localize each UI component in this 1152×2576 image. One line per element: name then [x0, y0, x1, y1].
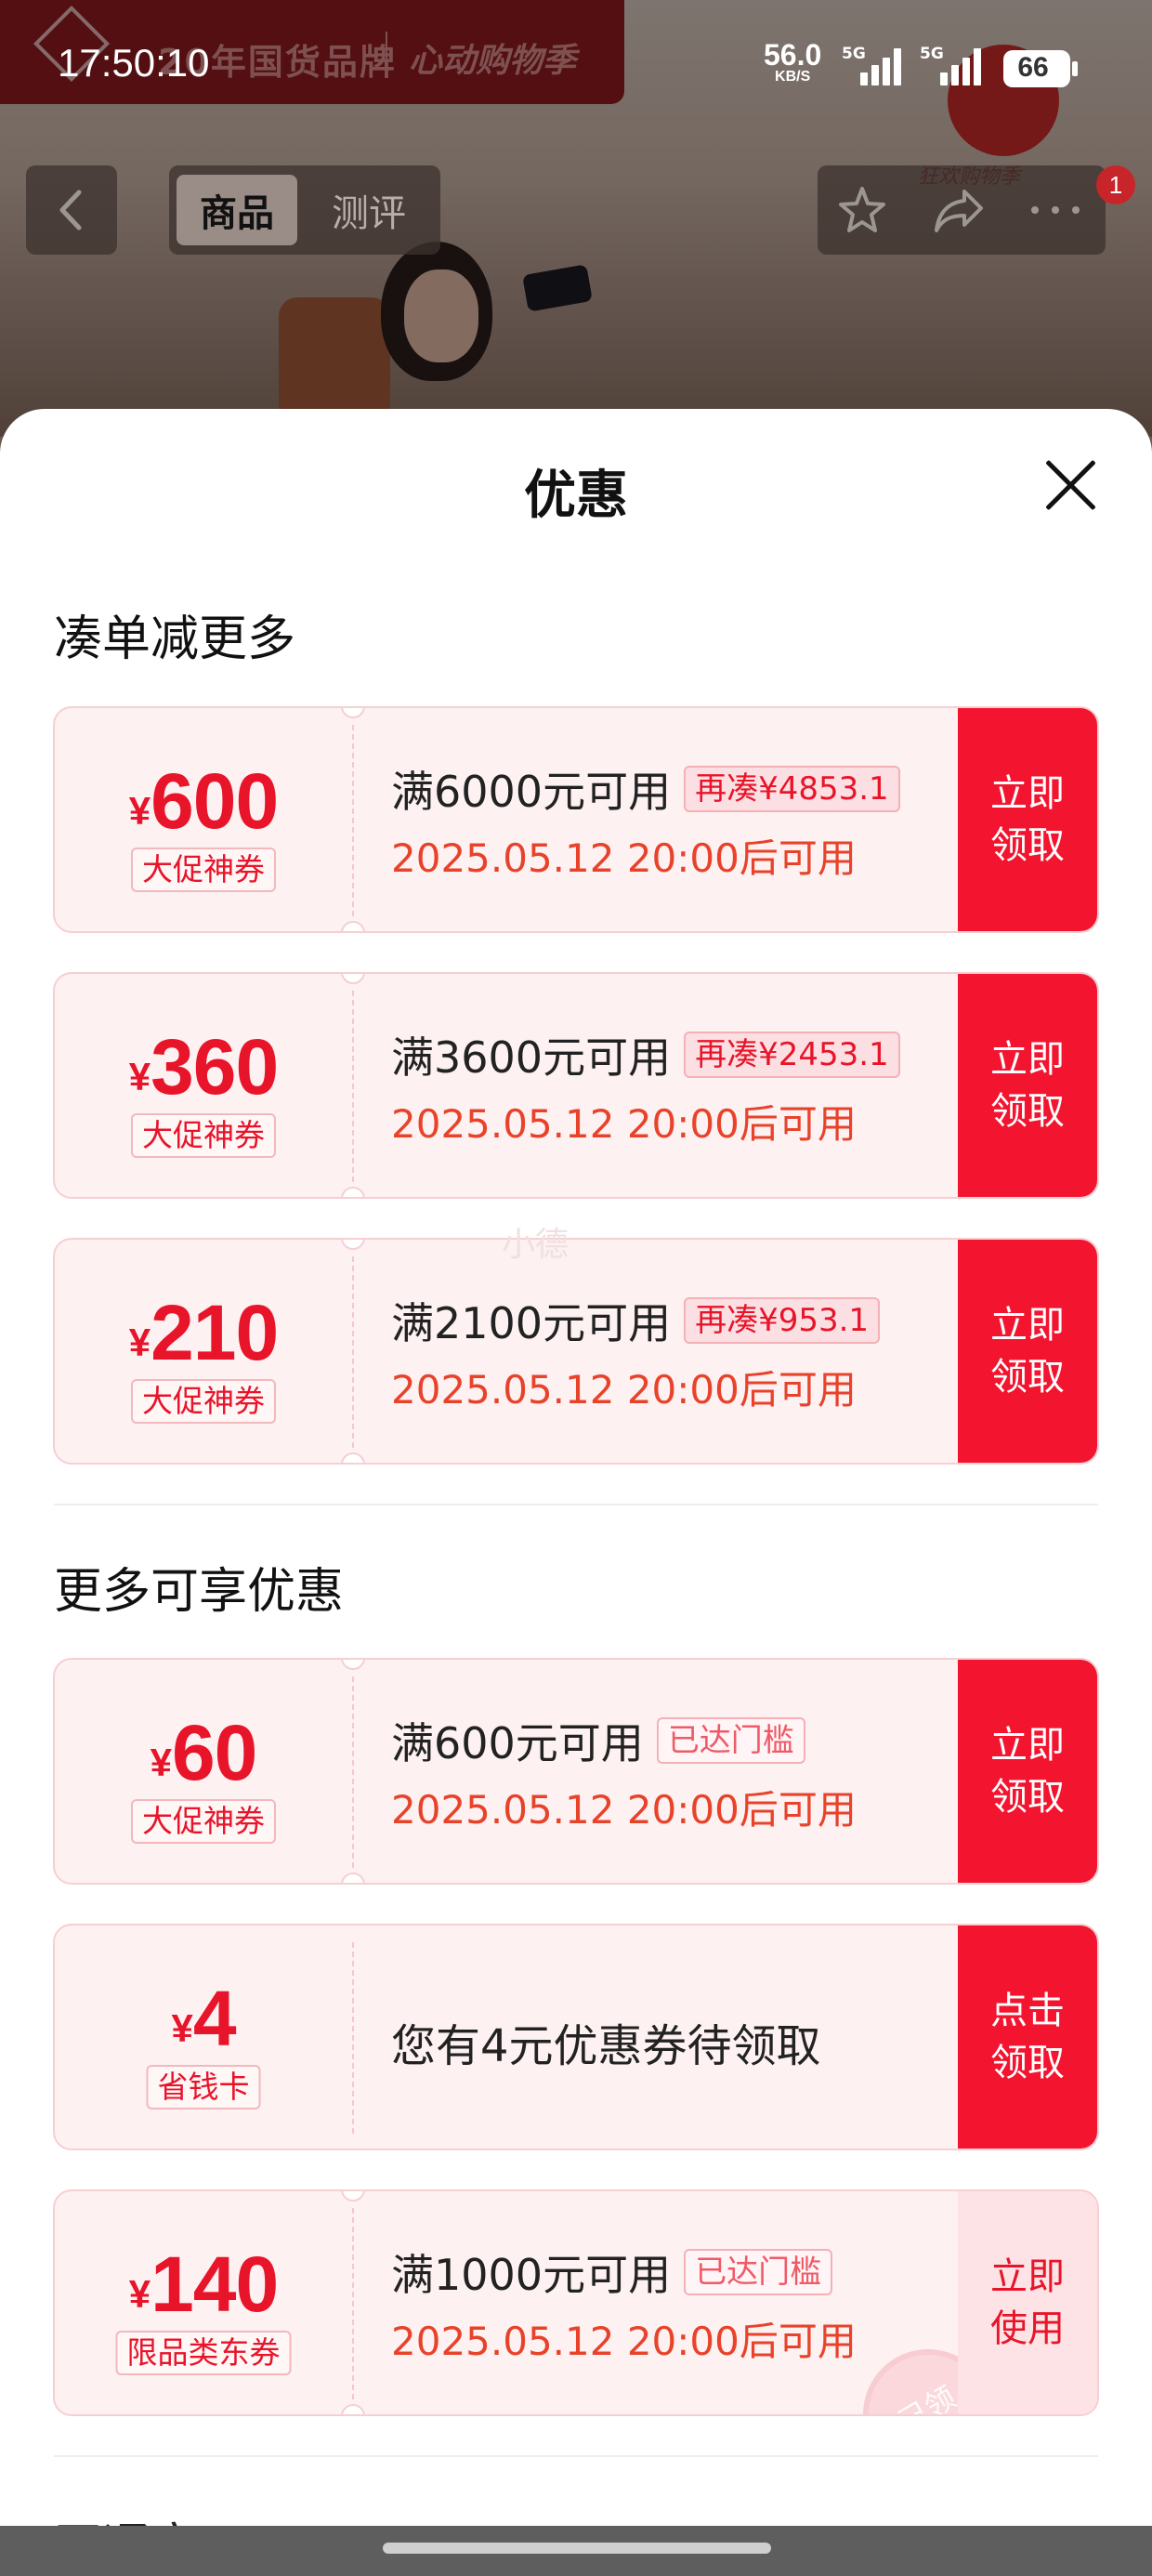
share-icon [935, 190, 983, 232]
coupon-card: ¥600 大促神券 满6000元可用 再凑¥4853.1 2025.05.12 … [53, 706, 1099, 933]
signal-icon-sim1: 5G [842, 45, 901, 85]
sheet-title: 优惠 [524, 466, 628, 526]
section-title-more: 更多可享优惠 [54, 1564, 345, 1620]
back-button[interactable] [26, 165, 117, 255]
star-icon [839, 187, 885, 232]
coupon-type: 大促神券 [131, 1799, 276, 1844]
favorite-button[interactable] [834, 182, 890, 238]
coupon-pending-text: 您有4元优惠券待领取 [391, 2020, 821, 2072]
coupon-amount: ¥360 [128, 1023, 280, 1111]
coupon-gap-tag: 再凑¥953.1 [684, 1297, 881, 1344]
tab-review[interactable]: 测评 [308, 175, 429, 245]
use-button[interactable]: 立即 使用 [958, 2191, 1097, 2414]
claim-button[interactable]: 点击 领取 [958, 1925, 1097, 2149]
coupon-type: 大促神券 [131, 1379, 276, 1424]
coupon-amount: ¥140 [128, 2241, 280, 2328]
coupon-condition: 满6000元可用 再凑¥4853.1 [391, 758, 900, 820]
section-title-partial: 开通享... [54, 2507, 245, 2528]
coupon-valid-time: 2025.05.12 20:00后可用 [391, 2319, 857, 2364]
coupon-type: 省钱卡 [146, 2065, 261, 2109]
coupon-type: 大促神券 [131, 1113, 276, 1158]
coupon-amount: ¥60 [150, 1709, 258, 1796]
coupon-valid-time: 2025.05.12 20:00后可用 [391, 835, 857, 881]
coupon-amount: ¥600 [128, 757, 280, 845]
claim-button[interactable]: 立即 领取 [958, 974, 1097, 1197]
coupon-condition: 满600元可用 已达门槛 [391, 1710, 805, 1771]
tab-product[interactable]: 商品 [177, 175, 297, 245]
home-indicator[interactable] [383, 2543, 771, 2554]
claim-button[interactable]: 立即 领取 [958, 1660, 1097, 1883]
claim-button[interactable]: 立即 领取 [958, 1240, 1097, 1463]
coupon-condition: 满3600元可用 再凑¥2453.1 [391, 1024, 900, 1085]
status-time: 17:50:10 [58, 41, 210, 85]
signal-icon-sim2: 5G [912, 45, 987, 85]
discount-sheet: 优惠 凑单减更多 ¥600 大促神券 满6000元可用 再凑¥4853.1 20… [0, 409, 1152, 2528]
coupon-condition: 满1000元可用 已达门槛 [391, 2241, 833, 2303]
coupon-amount: ¥210 [128, 1289, 280, 1376]
battery-icon: 66 [1003, 50, 1078, 87]
coupon-valid-time: 2025.05.12 20:00后可用 [391, 1101, 857, 1147]
product-tabs: 商品 测评 [169, 165, 440, 255]
share-button[interactable] [931, 182, 987, 238]
coupon-valid-time: 2025.05.12 20:00后可用 [391, 1787, 857, 1833]
section-divider [54, 2455, 1098, 2457]
message-badge: 1 [1096, 165, 1135, 204]
section-title-combine: 凑单减更多 [54, 611, 296, 667]
status-bar: 17:50:10 56.0 KB/S 5G 5G 66 [0, 0, 1152, 93]
section-divider [54, 1504, 1098, 1505]
close-icon[interactable] [1042, 457, 1098, 513]
more-icon [1031, 206, 1080, 214]
coupon-card: ¥60 大促神券 满600元可用 已达门槛 2025.05.12 20:00后可… [53, 1658, 1099, 1885]
coupon-card: ¥210 大促神券 满2100元可用 再凑¥953.1 2025.05.12 2… [53, 1238, 1099, 1465]
coupon-card: ¥4 省钱卡 您有4元优惠券待领取 点击 领取 [53, 1924, 1099, 2150]
back-icon [59, 190, 82, 230]
coupon-type: 大促神券 [131, 848, 276, 892]
claim-button[interactable]: 立即 领取 [958, 708, 1097, 931]
coupon-valid-time: 2025.05.12 20:00后可用 [391, 1367, 857, 1413]
coupon-type: 限品类东券 [115, 2331, 292, 2375]
coupon-card: ¥140 限品类东券 满1000元可用 已达门槛 2025.05.12 20:0… [53, 2189, 1099, 2416]
watermark: 小德 [502, 1226, 569, 1264]
nav-actions [818, 165, 1106, 255]
coupon-amount: ¥4 [171, 1975, 236, 2062]
coupon-card: ¥360 大促神券 满3600元可用 再凑¥2453.1 2025.05.12 … [53, 972, 1099, 1199]
coupon-condition: 满2100元可用 再凑¥953.1 [391, 1290, 881, 1351]
threshold-reached-tag: 已达门槛 [684, 2249, 833, 2295]
coupon-gap-tag: 再凑¥4853.1 [684, 766, 900, 812]
network-speed: 56.0 KB/S [764, 38, 822, 85]
threshold-reached-tag: 已达门槛 [656, 1717, 805, 1764]
more-button[interactable] [1028, 182, 1083, 238]
coupon-gap-tag: 再凑¥2453.1 [684, 1032, 900, 1078]
